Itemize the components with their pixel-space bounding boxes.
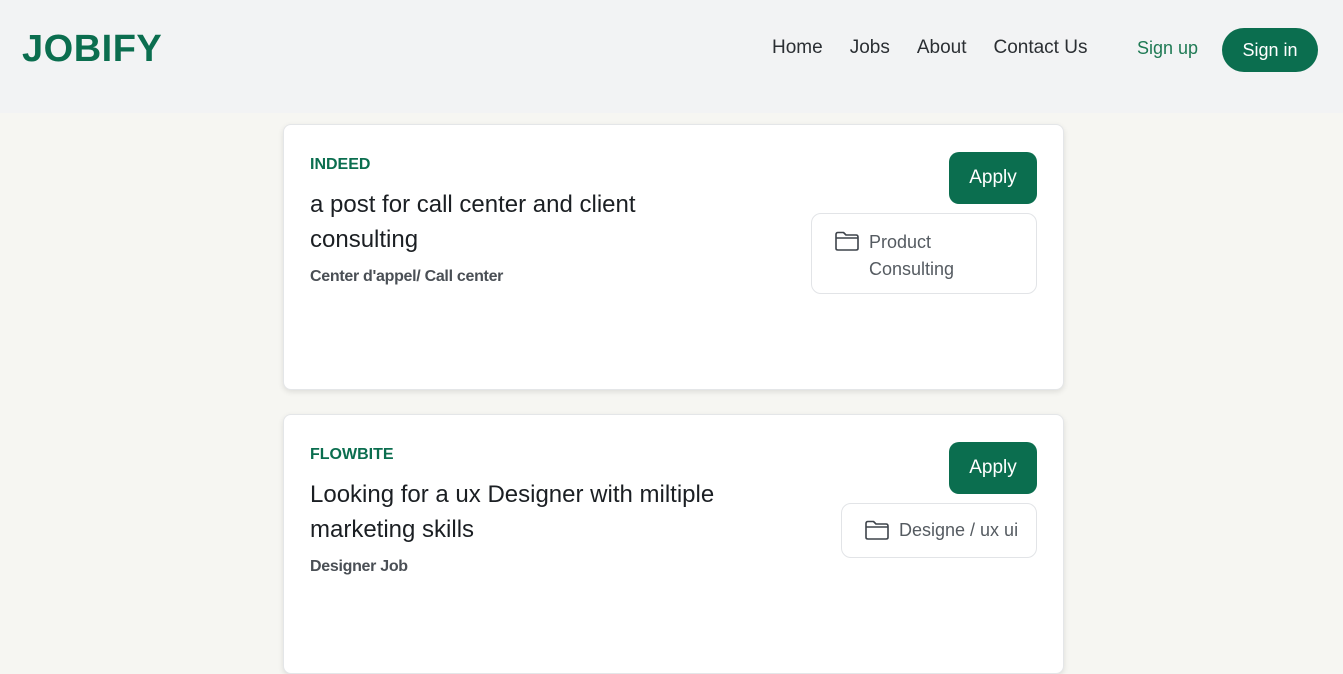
nav-link-home[interactable]: Home [772,37,823,59]
category-label: Designe / ux ui [899,520,1019,540]
category-tag: Designe / ux ui [841,503,1037,558]
job-title: a post for call center and client consul… [310,191,636,253]
folder-icon [865,520,889,540]
nav-link-jobs[interactable]: Jobs [850,37,890,59]
sign-in-button[interactable]: Sign in [1222,28,1318,72]
job-title: Looking for a ux Designer with miltiple … [310,481,715,543]
nav-link-about[interactable]: About [917,37,967,59]
nav-links: Home Jobs About Contact Us [772,37,1114,59]
sign-up-link[interactable]: Sign up [1137,38,1198,59]
navbar: JOBIFY Home Jobs About Contact Us Sign u… [0,0,1343,113]
company-name: INDEED [310,156,371,173]
job-subtitle: Designer Job [310,558,408,575]
category-label: Product Consulting [869,232,955,279]
company-name: FLOWBITE [310,446,394,463]
job-subtitle: Center d'appel/ Call center [310,268,504,285]
nav-link-contact[interactable]: Contact Us [993,37,1087,59]
logo[interactable]: JOBIFY [22,28,162,71]
job-card: FLOWBITE Looking for a ux Designer with … [283,414,1064,674]
apply-button[interactable]: Apply [949,442,1037,494]
category-tag: Product Consulting [811,213,1037,294]
apply-button[interactable]: Apply [949,152,1037,204]
folder-icon [835,231,859,251]
job-card: INDEED a post for call center and client… [283,124,1064,390]
